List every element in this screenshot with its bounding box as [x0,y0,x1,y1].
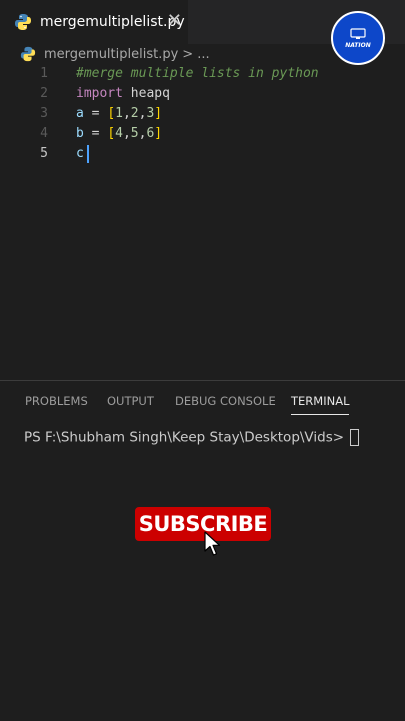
line-number: 4 [40,126,48,141]
python-icon [15,14,31,30]
terminal-prompt: PS F:\Shubham Singh\Keep Stay\Desktop\Vi… [24,429,345,446]
code-editor[interactable]: 1 #merge multiple lists in python 2 impo… [0,62,405,380]
code-bracket: ] [154,106,163,121]
code-comma: , [122,106,131,121]
code-bracket: ] [154,126,163,141]
tab-filename: mergemultiplelist.py [40,14,185,30]
code-comment: #merge multiple lists in python [76,66,319,81]
cursor-pointer-icon [204,531,221,556]
line-number: 3 [40,106,48,121]
monitor-icon [350,27,366,39]
breadcrumb-filename[interactable]: mergemultiplelist.py [44,47,178,62]
code-number: 5 [130,126,139,141]
line-number: 2 [40,86,48,101]
code-bracket: [ [107,106,116,121]
close-icon[interactable]: ✕ [167,10,182,32]
code-line: 2 import heapq [0,84,405,104]
breadcrumb: mergemultiplelist.py > ... [0,44,405,64]
text-cursor [86,144,89,163]
terminal-cursor [350,429,360,446]
panel-tabs: PROBLEMS OUTPUT DEBUG CONSOLE TERMINAL [0,381,405,421]
tab-terminal[interactable]: TERMINAL [291,394,350,415]
code-variable: a [76,106,84,121]
tab-problems[interactable]: PROBLEMS [25,394,88,408]
code-number: 1 [115,106,123,121]
code-bracket: [ [107,126,116,141]
code-operator: = [83,126,108,141]
tab-output[interactable]: OUTPUT [107,394,154,408]
code-comma: , [122,126,131,141]
bottom-panel: PROBLEMS OUTPUT DEBUG CONSOLE TERMINAL P… [0,380,405,721]
line-number: 5 [40,146,48,161]
code-line: 1 #merge multiple lists in python [0,64,405,84]
code-module: heapq [122,86,170,101]
subscribe-button[interactable]: SUBSCRIBE [135,507,271,541]
code-variable: b [76,126,84,141]
editor-tab[interactable]: mergemultiplelist.py ✕ [0,0,188,44]
code-line: 4 b = [4,5,6] [0,124,405,144]
code-variable: c [76,146,84,161]
terminal-prompt-line[interactable]: PS F:\Shubham Singh\Keep Stay\Desktop\Vi… [24,429,360,446]
python-icon [20,46,36,62]
breadcrumb-more[interactable]: ... [197,47,209,62]
code-line: 3 a = [1,2,3] [0,104,405,124]
line-number: 1 [40,66,48,81]
breadcrumb-separator: > [182,46,194,62]
code-keyword: import [76,86,123,101]
code-operator: = [83,106,108,121]
code-number: 4 [115,126,123,141]
code-number: 2 [130,106,139,121]
tab-debug-console[interactable]: DEBUG CONSOLE [175,394,276,408]
code-line-active: 5 c [0,144,405,164]
